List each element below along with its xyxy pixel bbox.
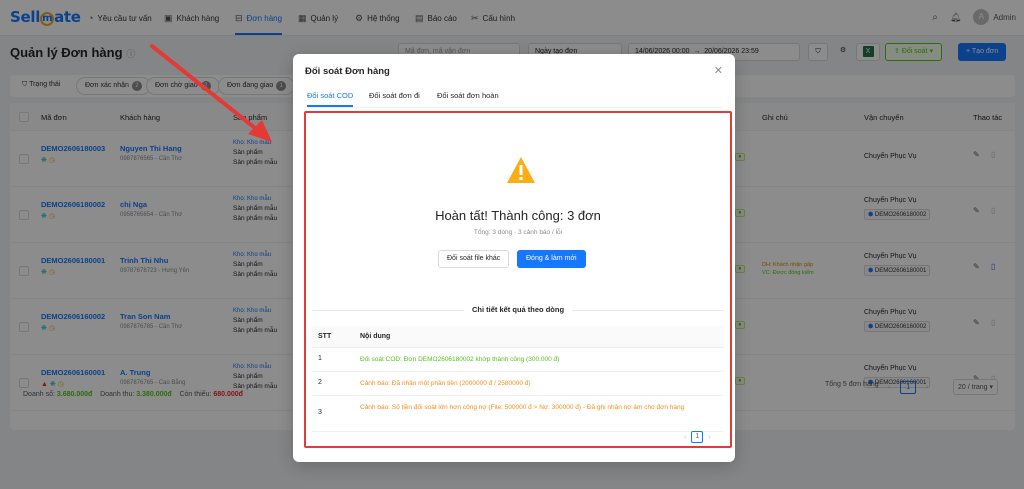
result-summary: Tổng: 3 dòng · 3 cảnh báo / lỗi [473, 229, 563, 236]
modal-title: Đối soát Đơn hàng [305, 66, 390, 77]
result-table-header: STT Nội dung [312, 326, 724, 348]
annotation-arrow [150, 44, 272, 142]
result-row: 1 Đối soát COD: Đơn DEMO2606180002 khớp … [312, 348, 724, 372]
close-icon[interactable]: ✕ [714, 64, 723, 77]
result-panel: Hoàn tất! Thành công: 3 đơn Tổng: 3 dòng… [304, 111, 732, 448]
modal-tabs: Đối soát COD Đối soát đơn đi Đối soát đơ… [305, 90, 723, 108]
result-row: 3 Cảnh báo: Số tiền đối soát lớn hơn côn… [312, 396, 724, 432]
result-title: Hoàn tất! Thành công: 3 đơn [435, 208, 601, 223]
close-refresh-button[interactable]: Đóng & làm mới [517, 250, 586, 268]
warning-icon [507, 157, 535, 183]
page-number[interactable]: 1 [691, 431, 704, 443]
tab-outgoing[interactable]: Đối soát đơn đi [369, 91, 420, 100]
next-page-icon[interactable]: › [708, 434, 710, 441]
reconcile-other-file-button[interactable]: Đối soát file khác [438, 250, 510, 268]
tab-cod[interactable]: Đối soát COD [307, 91, 354, 107]
result-pagination: ‹ 1 › [684, 431, 711, 443]
tab-returns[interactable]: Đối soát đơn hoàn [437, 91, 499, 100]
prev-page-icon[interactable]: ‹ [684, 434, 686, 441]
detail-title: Chi tiết kết quả theo dòng [306, 305, 730, 314]
result-row: 2 Cảnh báo: Đã nhận một phần tiền (20000… [312, 372, 724, 396]
reconcile-modal: Đối soát Đơn hàng ✕ Đối soát COD Đối soá… [293, 54, 735, 462]
